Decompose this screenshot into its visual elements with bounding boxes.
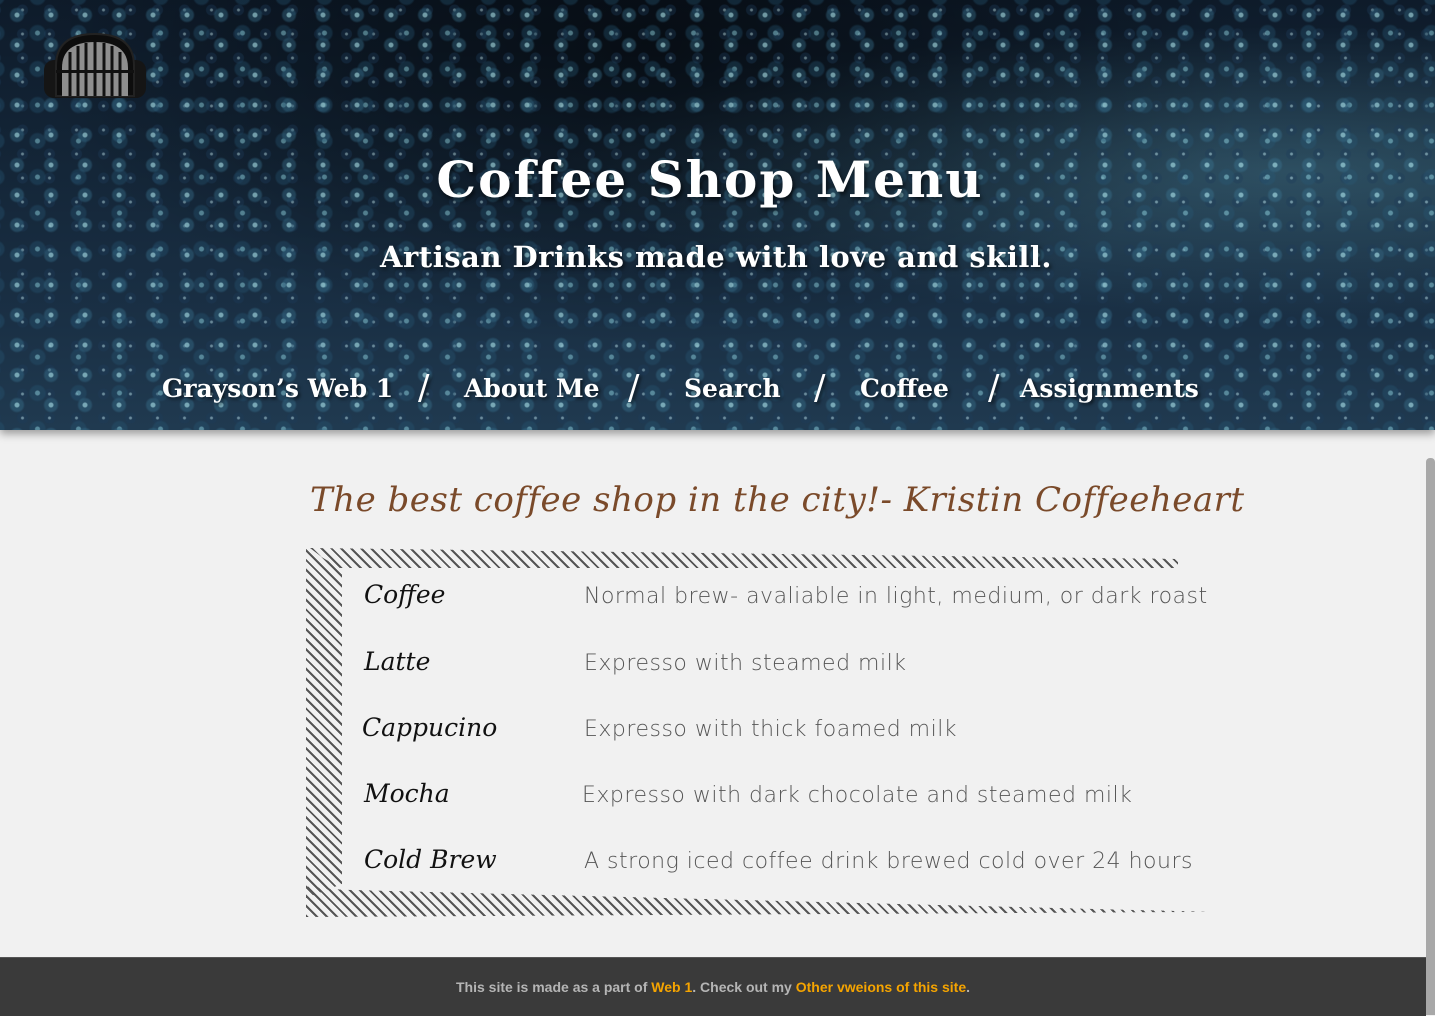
footer-text: This site is made as a part of: [455, 979, 652, 995]
page-subtitle: Artisan Drinks made with love and skill.: [380, 240, 1052, 274]
menu-item: Coffee Normal brew- avaliable in light, …: [306, 580, 1211, 620]
nav-item-graysons-web-1[interactable]: Grayson’s Web 1: [162, 374, 393, 403]
water-drops-background: [0, 0, 1435, 430]
nav-separator: /: [418, 368, 430, 408]
nav-separator: /: [628, 368, 640, 408]
drink-name: Cold Brew: [364, 845, 497, 874]
nav-item-coffee[interactable]: Coffee: [860, 374, 949, 403]
coffee-menu: Coffee Normal brew- avaliable in light, …: [306, 548, 1211, 918]
drink-name: Mocha: [364, 779, 450, 808]
menu-item: Cappucino Expresso with thick foamed mil…: [306, 713, 1211, 753]
testimonial-quote: The best coffee shop in the city!- Krist…: [310, 480, 1245, 520]
drink-description: A strong iced coffee drink brewed cold o…: [584, 849, 1193, 874]
drink-description: Normal brew- avaliable in light, medium,…: [584, 584, 1208, 609]
drink-name: Cappucino: [362, 713, 498, 742]
nav-item-about-me[interactable]: About Me: [464, 374, 600, 403]
drink-description: Expresso with steamed milk: [584, 651, 907, 676]
hero-header: Coffee Shop Menu Artisan Drinks made wit…: [0, 0, 1435, 430]
nav-item-search[interactable]: Search: [684, 374, 781, 403]
menu-item: Mocha Expresso with dark chocolate and s…: [306, 779, 1211, 819]
menu-border-top: [310, 548, 1178, 568]
footer-link-other-versions[interactable]: Other vweions of this site: [796, 979, 966, 995]
nav-separator: /: [814, 368, 826, 408]
birdcage-logo-icon[interactable]: [42, 30, 148, 100]
footer-text: .: [966, 979, 970, 995]
drink-name: Latte: [364, 647, 431, 676]
drink-name: Coffee: [364, 580, 446, 609]
nav-separator: /: [988, 368, 1000, 408]
main-nav: Grayson’s Web 1 / About Me / Search / Co…: [0, 368, 1435, 412]
footer-text: . Check out my: [692, 979, 796, 995]
page-scrollbar[interactable]: [1426, 458, 1435, 1015]
menu-item: Cold Brew A strong iced coffee drink bre…: [306, 845, 1211, 885]
drink-description: Expresso with dark chocolate and steamed…: [582, 783, 1133, 808]
menu-item: Latte Expresso with steamed milk: [306, 647, 1211, 687]
nav-item-assignments[interactable]: Assignments: [1020, 374, 1199, 403]
page-title: Coffee Shop Menu: [436, 150, 984, 209]
drink-description: Expresso with thick foamed milk: [584, 717, 958, 742]
footer-link-web-1[interactable]: Web 1: [651, 979, 692, 995]
menu-border-bottom: [306, 886, 1211, 917]
page-footer: This site is made as a part of Web 1. Ch…: [0, 957, 1426, 1016]
